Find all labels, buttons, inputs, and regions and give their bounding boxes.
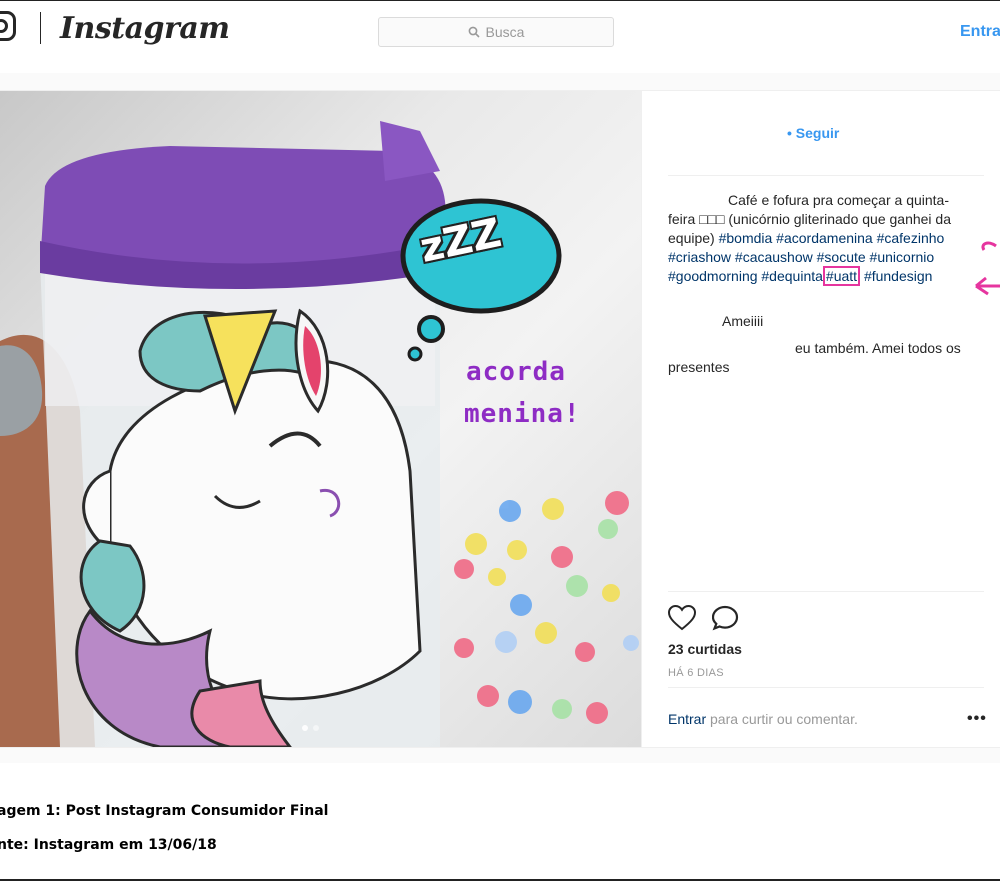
post-sidebar: • Seguir Café e fofura pra começar a qui… [641, 91, 1000, 747]
bottom-border [0, 879, 1000, 881]
login-link[interactable]: Entrar [960, 23, 1000, 41]
instagram-wordmark[interactable]: Instagram [60, 11, 230, 46]
divider [668, 591, 984, 592]
comment-2: eu também. Amei todos os presentes [668, 340, 961, 375]
post-caption: Café e fofura pra começar a quinta-feira… [668, 191, 968, 286]
search-icon [468, 26, 480, 38]
instagram-camera-icon[interactable] [0, 11, 16, 41]
heart-icon[interactable] [668, 605, 696, 631]
top-navigation-bar: Instagram Busca Entrar [0, 0, 1000, 74]
login-prompt-link[interactable]: Entrar [668, 711, 706, 727]
carousel-indicator [302, 725, 319, 731]
post-stage: zZZ acorda menina! • Seguir Café e fofur… [0, 73, 1000, 763]
likes-count[interactable]: 23 curtidas [668, 641, 742, 657]
carousel-dot-active [302, 725, 308, 731]
follow-button[interactable]: • Seguir [787, 125, 839, 141]
overlay-text-line-1: acorda [466, 357, 566, 387]
highlighted-hashtag-uatt[interactable]: #uatt [822, 266, 861, 286]
search-input[interactable]: Busca [378, 17, 614, 47]
divider [668, 687, 984, 688]
caption-hashtag-fundesign[interactable]: #fundesign [864, 268, 933, 284]
more-options-icon[interactable]: ••• [967, 710, 987, 728]
post-timestamp[interactable]: HÁ 6 DIAS [668, 667, 724, 679]
annotation-arrow-icon [975, 241, 1000, 296]
comment-1: Ameiiii [722, 313, 764, 329]
figure-caption-source: nte: Instagram em 13/06/18 [0, 837, 217, 853]
post-photo[interactable]: zZZ acorda menina! [0, 91, 641, 747]
post-card: zZZ acorda menina! • Seguir Café e fofur… [0, 90, 1000, 748]
divider [668, 175, 984, 176]
figure-caption-title: agem 1: Post Instagram Consumidor Final [0, 803, 329, 819]
login-prompt: Entrar para curtir ou comentar. [668, 711, 858, 727]
search-placeholder: Busca [485, 24, 525, 40]
overlay-text-line-2: menina! [464, 399, 581, 429]
caption-emoji: □□□ [699, 211, 725, 227]
carousel-dot [313, 725, 319, 731]
comment-icon[interactable] [712, 605, 740, 631]
logo-divider [40, 12, 41, 44]
login-prompt-suffix: para curtir ou comentar. [706, 711, 858, 727]
